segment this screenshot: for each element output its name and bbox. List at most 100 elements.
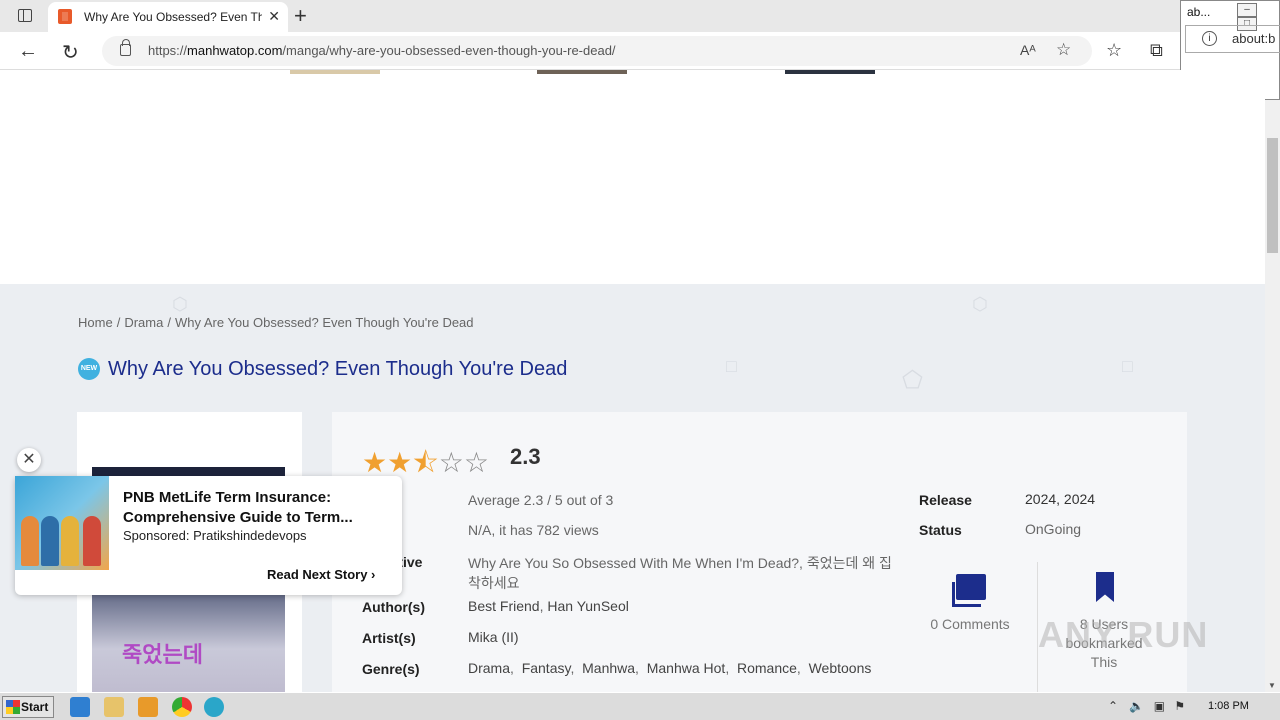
ad-sponsor: Sponsored: Pratikshindedevops <box>123 528 307 543</box>
release-label: Release <box>919 492 972 508</box>
ad-illustration <box>21 516 39 566</box>
rating-score: 2.3 <box>510 444 541 469</box>
bookmark-count-line3: This <box>1090 654 1118 670</box>
ad-illustration <box>61 516 79 566</box>
scroll-down-icon[interactable]: ▼ <box>1268 681 1276 690</box>
media-player-icon[interactable] <box>138 697 158 717</box>
comments-icon[interactable] <box>952 574 986 607</box>
star-empty-icon[interactable]: ☆ <box>439 447 464 478</box>
popup-title: ab... <box>1187 5 1211 19</box>
cover-text: 죽었는데 <box>122 642 203 667</box>
read-aloud-icon[interactable]: Aᴬ <box>1020 42 1036 58</box>
ad-thumbnail[interactable] <box>785 70 875 74</box>
lock-icon[interactable] <box>120 39 131 56</box>
genre-link[interactable]: Romance <box>737 660 797 676</box>
ad-banner-area <box>0 70 1265 284</box>
internet-explorer-icon[interactable] <box>70 697 90 717</box>
popup-address-text: about:b <box>1232 31 1276 46</box>
status-value: OnGoing <box>1025 521 1082 537</box>
ad-headline[interactable]: PNB MetLife Term Insurance: Comprehensiv… <box>123 488 393 528</box>
genre-label: Genre(s) <box>362 661 420 677</box>
star-empty-icon[interactable]: ☆ <box>464 447 489 478</box>
rank-value: N/A, it has 782 views <box>468 522 599 538</box>
page-scrollbar[interactable]: ▼ <box>1265 100 1280 692</box>
genre-list: Drama, Fantasy, Manhwa, Manhwa Hot, Roma… <box>468 660 872 676</box>
author-label: Author(s) <box>362 599 425 615</box>
artist-label: Artist(s) <box>362 630 416 646</box>
release-value[interactable]: 2024, 2024 <box>1025 491 1095 507</box>
ad-illustration <box>83 516 101 566</box>
windows-logo-icon <box>6 700 20 714</box>
bookmark-icon[interactable] <box>1096 572 1114 602</box>
chrome-icon[interactable] <box>172 697 192 717</box>
page-title: Why Are You Obsessed? Even Though You're… <box>108 358 568 380</box>
new-tab-icon[interactable]: + <box>294 3 307 29</box>
author-link[interactable]: Han YunSeol <box>547 598 628 614</box>
artist-link[interactable]: Mika (II) <box>468 629 519 645</box>
author-link[interactable]: Best Friend <box>468 598 540 614</box>
file-explorer-icon[interactable] <box>104 697 124 717</box>
star-half-icon[interactable]: ⯪ <box>412 447 439 478</box>
rating-value: Average 2.3 / 5 out of 3 <box>468 492 614 508</box>
breadcrumb: Home / Drama / Why Are You Obsessed? Even Th… <box>78 315 474 330</box>
popup-address-bar[interactable]: i about:b <box>1185 25 1280 53</box>
tab-title: Why Are You Obsessed? Even Tho <box>84 10 262 24</box>
genre-link[interactable]: Drama <box>468 660 510 676</box>
genre-link[interactable]: Webtoons <box>809 660 872 676</box>
url-text[interactable]: https://manhwatop.com/manga/why-are-you-… <box>148 43 616 58</box>
site-favicon-icon <box>58 9 72 24</box>
star-full-icon[interactable]: ★ <box>362 447 387 478</box>
volume-icon[interactable]: 🔈 <box>1129 699 1144 713</box>
tab-close-icon[interactable]: ✕ <box>268 8 280 25</box>
add-favorite-icon[interactable]: ☆ <box>1056 40 1071 60</box>
background-pattern-icon: ⬡ <box>172 294 188 314</box>
flag-icon[interactable]: ⚑ <box>1174 699 1185 713</box>
background-pattern-icon: □ <box>1122 356 1133 376</box>
start-button[interactable]: Start <box>2 696 54 718</box>
back-icon[interactable]: ← <box>18 40 38 63</box>
favorites-icon[interactable]: ☆ <box>1106 40 1122 61</box>
scrollbar-thumb[interactable] <box>1267 138 1278 253</box>
chevron-right-icon: › <box>371 567 376 582</box>
genre-link[interactable]: Fantasy <box>522 660 571 676</box>
read-next-story-link[interactable]: Read Next Story › <box>267 567 375 582</box>
sponsored-ad-card[interactable]: PNB MetLife Term Insurance: Comprehensiv… <box>15 476 402 595</box>
network-icon[interactable]: ▣ <box>1154 699 1165 713</box>
background-pattern-icon: □ <box>726 356 737 376</box>
breadcrumb-genre[interactable]: Drama <box>124 315 163 330</box>
refresh-icon[interactable]: ↻ <box>62 40 79 65</box>
alternative-value-line2: 착하세요 <box>468 575 520 591</box>
new-badge: NEW <box>78 358 100 380</box>
tab-strip: Why Are You Obsessed? Even Tho ✕ + <box>0 0 1280 32</box>
system-tray: ⌃ 🔈 ▣ ⚑ <box>1108 699 1185 713</box>
star-full-icon[interactable]: ★ <box>387 447 412 478</box>
watermark: ANY RUN <box>1038 614 1209 655</box>
minimize-icon[interactable]: – <box>1237 3 1257 17</box>
background-pattern-icon: ⬡ <box>972 294 988 314</box>
status-label: Status <box>919 522 962 538</box>
address-bar[interactable]: https://manhwatop.com/manga/why-are-you-… <box>102 36 1092 66</box>
alternative-value-line1: Why Are You So Obsessed With Me When I'm… <box>468 555 892 571</box>
address-bar-row: ← ↻ https://manhwatop.com/manga/why-are-… <box>0 32 1280 70</box>
ad-image[interactable] <box>15 476 109 570</box>
genre-link[interactable]: Manhwa <box>582 660 635 676</box>
ad-thumbnail[interactable] <box>290 70 380 74</box>
active-tab[interactable]: Why Are You Obsessed? Even Tho ✕ <box>48 2 288 32</box>
info-icon[interactable]: i <box>1202 31 1217 46</box>
background-pattern-icon: ⬠ <box>902 367 923 394</box>
author-value: Best Friend, Han YunSeol <box>468 598 629 614</box>
breadcrumb-current: Why Are You Obsessed? Even Though You're… <box>174 315 474 330</box>
collections-icon[interactable]: ⧉ <box>1150 40 1163 61</box>
comments-count[interactable]: 0 Comments <box>920 616 1020 632</box>
edge-icon[interactable] <box>204 697 224 717</box>
genre-link[interactable]: Manhwa Hot <box>647 660 726 676</box>
tray-arrow-icon[interactable]: ⌃ <box>1108 699 1118 713</box>
clock[interactable]: 1:08 PM <box>1208 700 1249 712</box>
artist-value: Mika (II) <box>468 629 519 645</box>
ad-thumbnail[interactable] <box>537 70 627 74</box>
taskbar: Start ⌃ 🔈 ▣ ⚑ 1:08 PM <box>0 692 1280 720</box>
ad-close-button[interactable]: ✕ <box>17 448 41 472</box>
breadcrumb-home[interactable]: Home <box>78 315 113 330</box>
ad-illustration <box>41 516 59 566</box>
tab-actions-icon[interactable] <box>10 7 38 25</box>
